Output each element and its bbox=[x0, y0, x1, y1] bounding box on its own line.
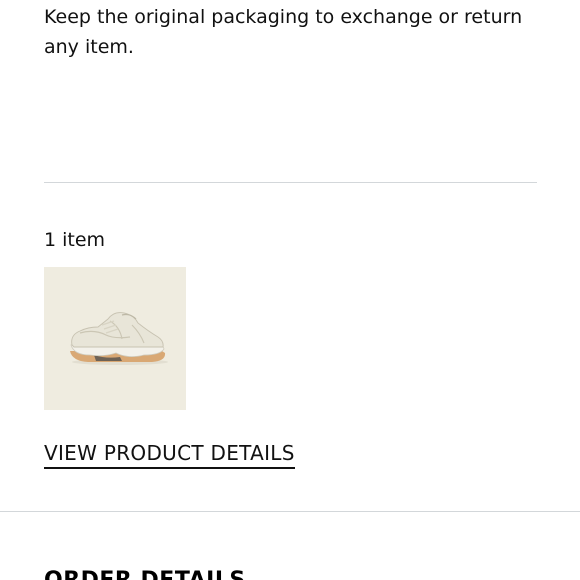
return-policy-note: Keep the original packaging to exchange … bbox=[44, 6, 523, 58]
view-product-details-link[interactable]: VIEW PRODUCT DETAILS bbox=[44, 439, 295, 469]
order-details-heading: ORDER DETAILS bbox=[44, 566, 246, 580]
sneaker-image bbox=[70, 312, 168, 365]
product-thumbnail[interactable] bbox=[44, 267, 186, 410]
section-divider bbox=[44, 182, 537, 183]
page-divider bbox=[0, 511, 580, 512]
item-count: 1 item bbox=[44, 229, 106, 251]
